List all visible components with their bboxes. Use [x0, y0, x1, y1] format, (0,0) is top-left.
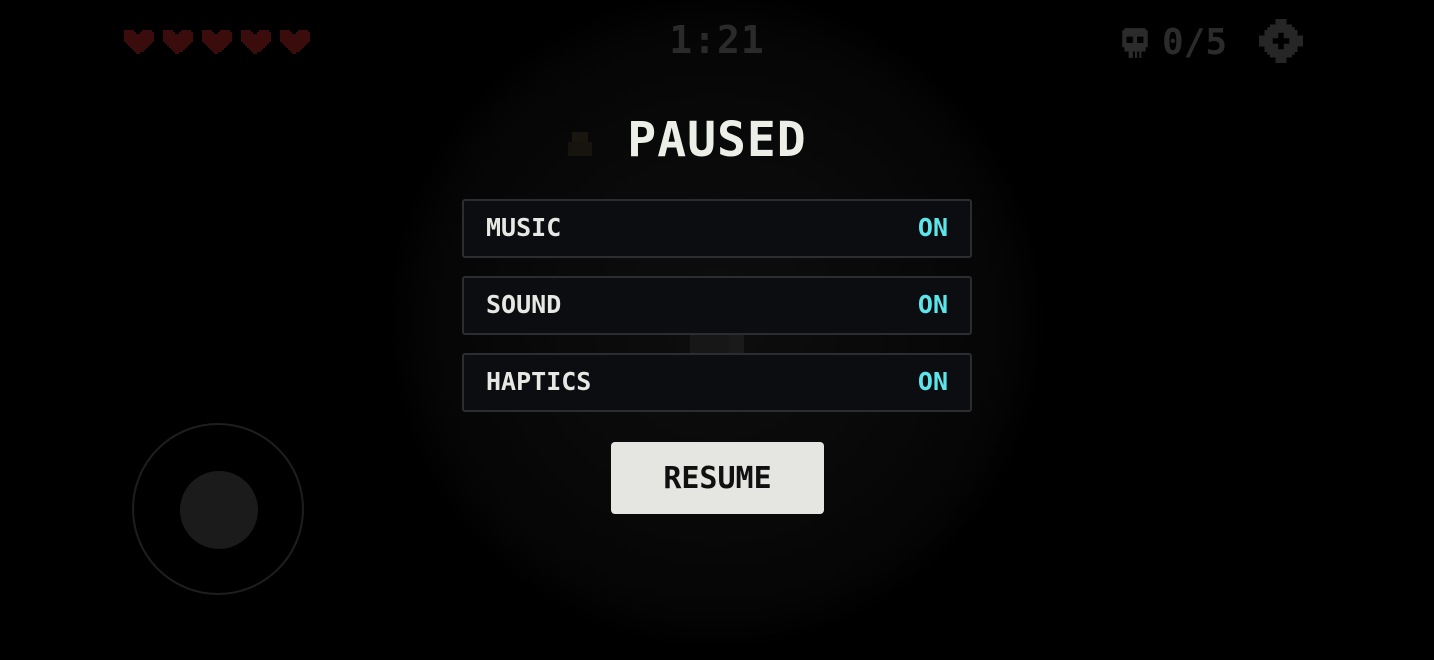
sound-label: SOUND: [486, 290, 562, 319]
sound-value: ON: [917, 290, 948, 319]
haptics-value: ON: [917, 367, 948, 396]
kill-counter: 0/5: [1118, 22, 1227, 63]
skull-icon: [1122, 27, 1148, 58]
music-value: ON: [917, 213, 948, 242]
resume-button[interactable]: RESUME: [611, 442, 824, 514]
music-label: MUSIC: [486, 213, 562, 242]
settings-button[interactable]: [1259, 19, 1303, 63]
kill-count-text: 0/5: [1162, 22, 1228, 63]
haptics-label: HAPTICS: [486, 367, 592, 396]
virtual-joystick[interactable]: [132, 423, 304, 595]
music-toggle[interactable]: MUSIC ON: [462, 199, 972, 258]
haptics-toggle[interactable]: HAPTICS ON: [462, 353, 972, 412]
gear-icon: [1259, 19, 1303, 63]
sound-toggle[interactable]: SOUND ON: [462, 276, 972, 335]
joystick-knob[interactable]: [180, 471, 258, 549]
pause-title: PAUSED: [627, 112, 807, 168]
